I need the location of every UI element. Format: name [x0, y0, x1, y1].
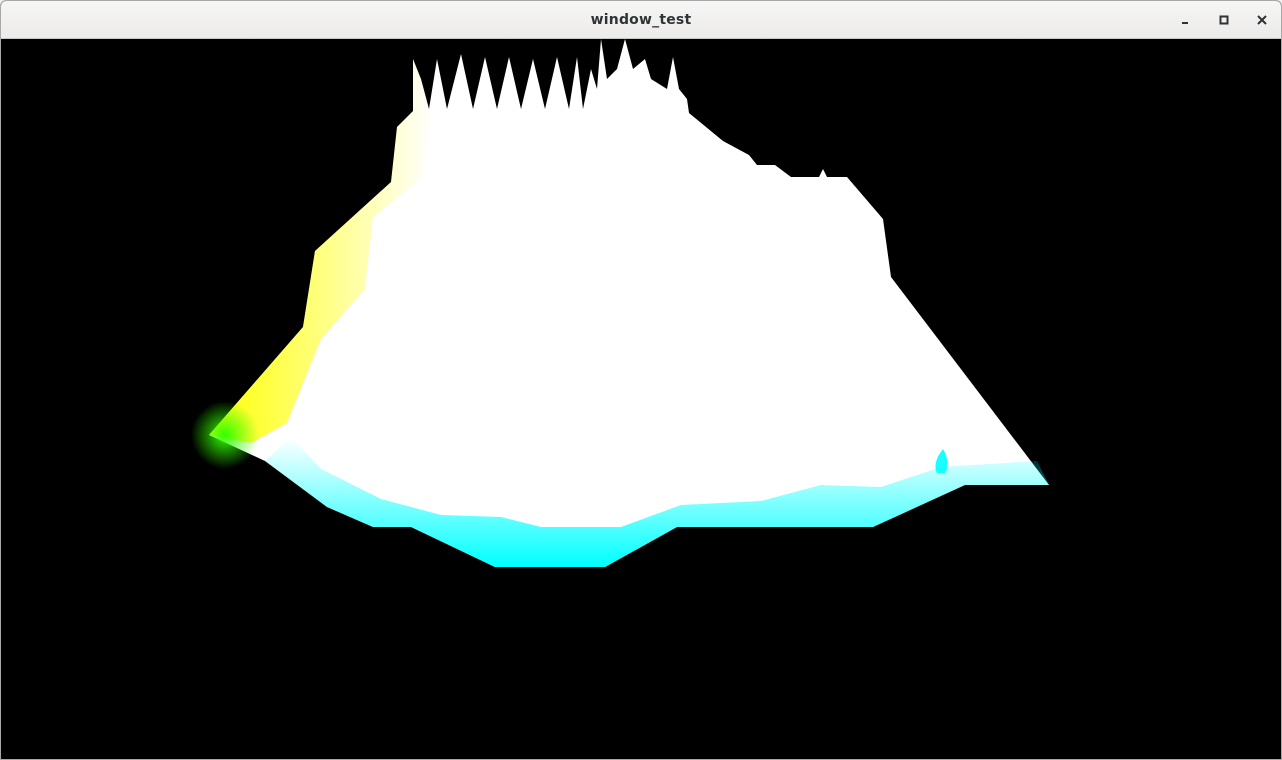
minimize-icon — [1182, 22, 1188, 24]
close-button[interactable] — [1250, 8, 1274, 32]
title-bar[interactable]: window_test — [1, 1, 1281, 39]
maximize-icon — [1219, 15, 1229, 25]
close-icon — [1257, 15, 1267, 25]
terrain-corner-glow — [191, 401, 259, 469]
app-window: window_test — [0, 0, 1282, 760]
render-viewport[interactable] — [1, 39, 1281, 759]
minimize-button[interactable] — [1174, 8, 1198, 32]
window-title: window_test — [590, 12, 692, 28]
terrain-render — [191, 39, 1049, 567]
maximize-button[interactable] — [1212, 8, 1236, 32]
